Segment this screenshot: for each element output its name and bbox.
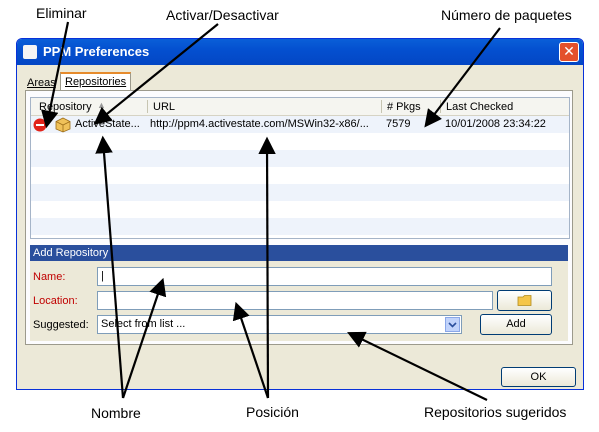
- arrow-posicion-input: [232, 301, 270, 399]
- arrow-numero-paquetes: [424, 27, 501, 128]
- arrow-nombre: [95, 135, 125, 399]
- arrow-repositorios-sugeridos: [347, 331, 488, 401]
- arrow-nombre-input: [121, 277, 167, 399]
- annotation-arrows: [41, 21, 501, 401]
- arrow-posicion-url: [258, 136, 276, 399]
- arrow-activar: [93, 23, 219, 125]
- arrow-eliminar: [41, 21, 70, 129]
